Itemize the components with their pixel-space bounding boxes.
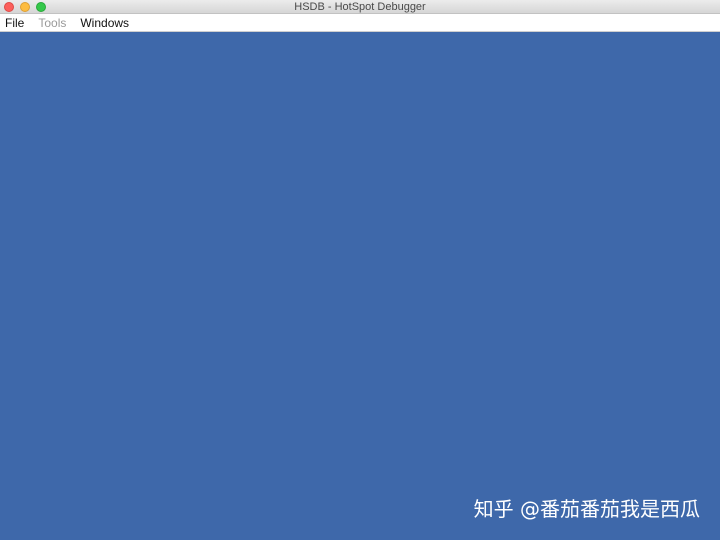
menu-windows[interactable]: Windows	[80, 14, 129, 32]
desktop-area	[0, 32, 720, 540]
watermark-text: 知乎 @番茄番茄我是西瓜	[473, 497, 700, 521]
hsdb-window: HSDB - HotSpot Debugger File Tools Windo…	[0, 0, 720, 540]
menu-tools: Tools	[38, 15, 67, 30]
menu-bar: File Tools Windows	[0, 14, 720, 32]
title-bar[interactable]: HSDB - HotSpot Debugger	[0, 0, 720, 14]
menu-file[interactable]: File	[5, 14, 24, 32]
window-title: HSDB - HotSpot Debugger	[294, 1, 426, 13]
